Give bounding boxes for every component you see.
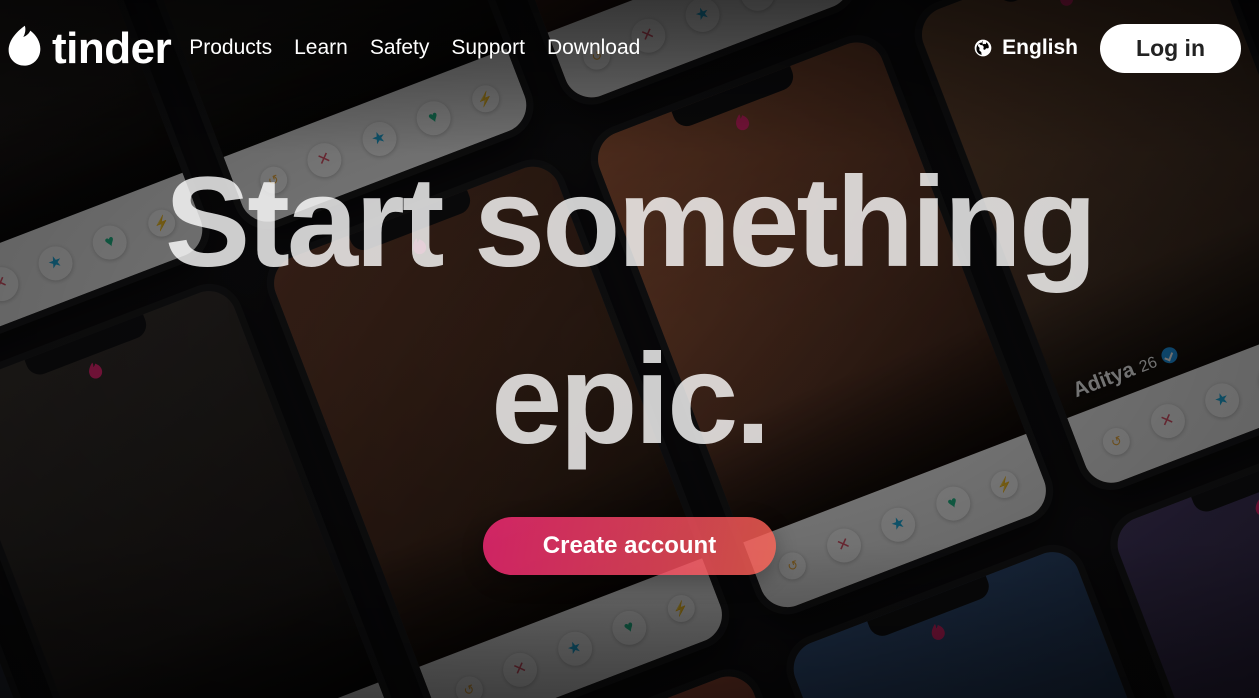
like-heart-icon: ♥ bbox=[1254, 357, 1259, 402]
like-heart-icon: ♥ bbox=[411, 96, 456, 141]
phone-collage-background: ↺✕★♥⚡↺✕★♥⚡↺✕★♥⚡↺✕★♥⚡↺✕★♥⚡↺✕★♥⚡ashi21↺✕★♥… bbox=[0, 0, 1259, 698]
header-right-group: English Log in bbox=[973, 23, 1241, 73]
login-button[interactable]: Log in bbox=[1100, 23, 1241, 73]
nope-icon: ✕ bbox=[302, 138, 347, 183]
tinder-flame-icon bbox=[8, 25, 41, 66]
tinder-landing-page: ↺✕★♥⚡↺✕★♥⚡↺✕★♥⚡↺✕★♥⚡↺✕★♥⚡↺✕★♥⚡ashi21↺✕★♥… bbox=[0, 0, 1259, 698]
rewind-icon: ↺ bbox=[1098, 423, 1134, 459]
globe-icon bbox=[974, 39, 992, 57]
superlike-star-icon: ★ bbox=[1200, 378, 1245, 423]
superlike-star-icon: ★ bbox=[357, 117, 402, 162]
nav-link-products[interactable]: Products bbox=[189, 36, 272, 60]
like-heart-icon: ♥ bbox=[88, 220, 133, 265]
rewind-icon: ↺ bbox=[451, 672, 487, 698]
language-selector[interactable]: English bbox=[973, 36, 1078, 60]
rewind-icon: ↺ bbox=[255, 162, 291, 198]
nope-icon: ✕ bbox=[821, 523, 866, 568]
nope-icon: ✕ bbox=[0, 262, 23, 307]
tinder-logo[interactable]: tinder bbox=[8, 24, 172, 73]
nav-link-download[interactable]: Download bbox=[547, 36, 640, 60]
like-heart-icon: ♥ bbox=[607, 605, 652, 650]
create-account-button[interactable]: Create account bbox=[482, 517, 777, 576]
nav-link-learn[interactable]: Learn bbox=[294, 36, 348, 60]
like-heart-icon: ♥ bbox=[931, 481, 975, 526]
superlike-star-icon: ★ bbox=[876, 502, 921, 547]
photo-gradient-scrim bbox=[0, 694, 55, 698]
tinder-wordmark: tinder bbox=[52, 24, 172, 73]
rewind-icon: ↺ bbox=[775, 547, 811, 583]
nope-icon: ✕ bbox=[498, 647, 543, 692]
nav-link-support[interactable]: Support bbox=[451, 36, 525, 60]
site-header: tinder Products Learn Safety Support Dow… bbox=[0, 0, 1259, 96]
nope-icon: ✕ bbox=[1145, 399, 1190, 444]
language-label: English bbox=[1002, 36, 1079, 59]
superlike-star-icon: ★ bbox=[552, 626, 597, 671]
nav-link-safety[interactable]: Safety bbox=[370, 36, 430, 60]
boost-lightning-icon: ⚡ bbox=[986, 466, 1022, 502]
superlike-star-icon: ★ bbox=[33, 241, 78, 286]
boost-lightning-icon: ⚡ bbox=[663, 590, 699, 626]
main-navigation: Products Learn Safety Support Download bbox=[189, 36, 640, 60]
boost-lightning-icon: ⚡ bbox=[143, 205, 179, 241]
